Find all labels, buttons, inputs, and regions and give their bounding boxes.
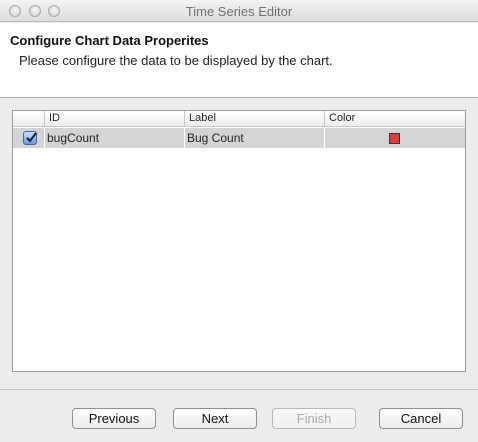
row-color-cell[interactable] [325,128,463,148]
data-table: ID Label Color bugCount Bug Count [12,110,466,372]
row-checkbox[interactable] [23,131,37,145]
column-header-label[interactable]: Label [185,111,325,126]
row-select-cell [13,128,45,148]
checkmark-icon [26,132,37,143]
cancel-button[interactable]: Cancel [379,408,463,429]
row-label-cell[interactable]: Bug Count [185,128,325,148]
previous-button[interactable]: Previous [72,408,156,429]
next-button[interactable]: Next [173,408,257,429]
divider [0,389,478,390]
page-subtitle: Please configure the data to be displaye… [19,53,333,68]
title-bar: Time Series Editor [0,0,478,22]
column-header-select[interactable] [13,111,45,126]
page-title: Configure Chart Data Properites [10,33,209,48]
column-header-id[interactable]: ID [45,111,185,126]
table-row[interactable]: bugCount Bug Count [13,128,465,148]
color-swatch[interactable] [389,133,400,144]
window-title: Time Series Editor [185,4,293,19]
row-id-cell[interactable]: bugCount [45,128,185,148]
wizard-header: Configure Chart Data Properites Please c… [0,23,478,98]
finish-button: Finish [272,408,356,429]
column-header-color[interactable]: Color [325,111,465,126]
table-header: ID Label Color [13,111,465,127]
